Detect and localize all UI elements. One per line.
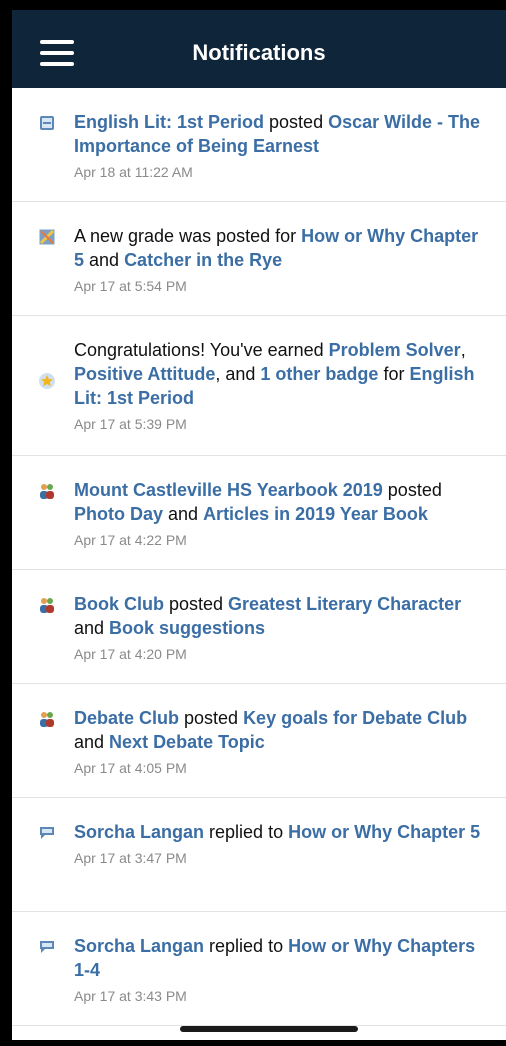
notification-item[interactable]: Sorcha Langan replied to How or Why Chap… bbox=[12, 912, 506, 1026]
notification-link[interactable]: Articles in 2019 Year Book bbox=[203, 504, 428, 524]
notification-plain-text: and bbox=[163, 504, 204, 524]
notification-time: Apr 17 at 4:20 PM bbox=[74, 646, 187, 662]
notification-plain-text: and bbox=[74, 618, 110, 638]
notification-link[interactable]: Positive Attitude bbox=[74, 364, 215, 384]
notification-time: Apr 17 at 3:43 PM bbox=[74, 988, 187, 1004]
notification-item[interactable]: Congratulations! You've earned Problem S… bbox=[12, 316, 506, 456]
notification-link[interactable]: Book suggestions bbox=[109, 618, 265, 638]
notification-item[interactable]: English Lit: 1st Period posted Oscar Wil… bbox=[12, 88, 506, 202]
notification-link[interactable]: Key goals for Debate Club bbox=[243, 708, 467, 728]
notification-link[interactable]: How or Why Chapter 5 bbox=[288, 822, 480, 842]
notification-plain-text: replied to bbox=[204, 822, 289, 842]
notification-list: English Lit: 1st Period posted Oscar Wil… bbox=[12, 88, 506, 1026]
notification-time: Apr 17 at 3:47 PM bbox=[74, 850, 187, 866]
notification-plain-text: Congratulations! You've earned bbox=[74, 340, 329, 360]
notification-link[interactable]: Catcher in the Rye bbox=[124, 250, 282, 270]
notification-link[interactable]: 1 other badge bbox=[260, 364, 378, 384]
group-icon bbox=[38, 710, 56, 728]
page-title: Notifications bbox=[192, 40, 326, 65]
notification-plain-text: , and bbox=[215, 364, 261, 384]
group-icon bbox=[38, 596, 56, 614]
notification-plain-text: posted bbox=[264, 112, 329, 132]
notification-link[interactable]: Photo Day bbox=[74, 504, 163, 524]
notification-text: Sorcha Langan replied to How or Why Chap… bbox=[74, 820, 488, 844]
notification-link[interactable]: Next Debate Topic bbox=[109, 732, 265, 752]
notification-link[interactable]: Sorcha Langan bbox=[74, 936, 204, 956]
notification-link[interactable]: Book Club bbox=[74, 594, 164, 614]
notification-item[interactable]: Mount Castleville HS Yearbook 2019 poste… bbox=[12, 456, 506, 570]
notification-text: Congratulations! You've earned Problem S… bbox=[74, 338, 488, 410]
notification-item[interactable]: Debate Club posted Key goals for Debate … bbox=[12, 684, 506, 798]
notification-plain-text: replied to bbox=[204, 936, 289, 956]
notification-link[interactable]: Debate Club bbox=[74, 708, 179, 728]
notification-plain-text: posted bbox=[164, 594, 229, 614]
notification-text: English Lit: 1st Period posted Oscar Wil… bbox=[74, 110, 488, 158]
notification-link[interactable]: Problem Solver bbox=[329, 340, 461, 360]
group-icon bbox=[38, 482, 56, 500]
notification-plain-text: for bbox=[378, 364, 410, 384]
notification-link[interactable]: Sorcha Langan bbox=[74, 822, 204, 842]
notification-plain-text: and bbox=[84, 250, 125, 270]
notification-plain-text: A new grade was posted for bbox=[74, 226, 302, 246]
notification-item[interactable]: Book Club posted Greatest Literary Chara… bbox=[12, 570, 506, 684]
phone-screen: Notifications English Lit: 1st Period po… bbox=[12, 10, 506, 1040]
notification-time: Apr 18 at 11:22 AM bbox=[74, 164, 193, 180]
home-indicator bbox=[180, 1026, 358, 1032]
notification-text: Sorcha Langan replied to How or Why Chap… bbox=[74, 934, 488, 982]
notification-time: Apr 17 at 4:22 PM bbox=[74, 532, 187, 548]
badge-star-icon bbox=[38, 372, 56, 390]
notification-plain-text: posted bbox=[179, 708, 244, 728]
notification-time: Apr 17 at 5:39 PM bbox=[74, 416, 187, 432]
comment-icon bbox=[38, 824, 56, 842]
assignment-icon bbox=[38, 114, 56, 132]
comment-icon bbox=[38, 938, 56, 956]
notification-time: Apr 17 at 5:54 PM bbox=[74, 278, 187, 294]
notification-plain-text: , bbox=[460, 340, 466, 360]
notification-plain-text: posted bbox=[382, 480, 442, 500]
notification-text: Debate Club posted Key goals for Debate … bbox=[74, 706, 488, 754]
notification-item[interactable]: A new grade was posted for How or Why Ch… bbox=[12, 202, 506, 316]
notification-item[interactable]: Sorcha Langan replied to How or Why Chap… bbox=[12, 798, 506, 912]
notification-link[interactable]: Mount Castleville HS Yearbook 2019 bbox=[74, 480, 383, 500]
notification-plain-text: and bbox=[74, 732, 110, 752]
notification-time: Apr 17 at 4:05 PM bbox=[74, 760, 187, 776]
grade-icon bbox=[38, 228, 56, 246]
notification-text: Book Club posted Greatest Literary Chara… bbox=[74, 592, 488, 640]
notification-link[interactable]: Greatest Literary Character bbox=[228, 594, 461, 614]
app-header: Notifications bbox=[12, 10, 506, 88]
notification-link[interactable]: English Lit: 1st Period bbox=[74, 112, 264, 132]
notification-text: A new grade was posted for How or Why Ch… bbox=[74, 224, 488, 272]
notification-text: Mount Castleville HS Yearbook 2019 poste… bbox=[74, 478, 488, 526]
